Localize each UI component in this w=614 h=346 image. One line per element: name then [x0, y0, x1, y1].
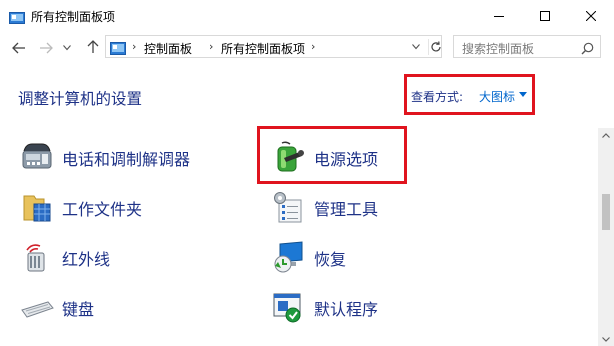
chevron-down-icon — [602, 336, 610, 342]
chevron-down-icon — [412, 44, 420, 50]
item-label[interactable]: 工作文件夹 — [62, 196, 142, 220]
infrared-icon — [20, 240, 54, 274]
breadcrumb-separator: › — [132, 40, 137, 53]
refresh-icon — [431, 41, 441, 52]
scroll-thumb[interactable] — [602, 194, 610, 230]
item-label[interactable]: 红外线 — [62, 246, 110, 270]
maximize-icon — [540, 11, 550, 21]
address-history-button[interactable] — [408, 39, 424, 55]
item-label[interactable]: 管理工具 — [314, 196, 378, 220]
address-bar[interactable]: › 控制面板 › 所有控制面板项 › — [105, 35, 442, 58]
view-by-dropdown[interactable]: 大图标 — [479, 88, 515, 105]
power-options-highlight — [257, 126, 407, 184]
breadcrumb-control-panel[interactable]: 控制面板 — [144, 40, 192, 57]
minimize-icon — [494, 16, 504, 17]
forward-button[interactable] — [37, 40, 55, 56]
breadcrumb-all-items[interactable]: 所有控制面板项 — [221, 40, 305, 57]
breadcrumb-separator: › — [209, 40, 214, 53]
up-button[interactable] — [84, 39, 102, 55]
vertical-scrollbar[interactable] — [598, 128, 614, 346]
phone-modem-icon — [20, 140, 54, 174]
window-title: 所有控制面板项 — [31, 10, 116, 24]
forward-arrow-icon — [40, 42, 53, 54]
chevron-up-icon — [602, 132, 610, 138]
item-label[interactable]: 默认程序 — [314, 296, 378, 320]
search-input[interactable]: 搜索控制面板 — [462, 40, 534, 57]
close-button[interactable] — [568, 0, 614, 32]
item-label[interactable]: 键盘 — [62, 296, 94, 320]
control-panel-icon — [110, 40, 126, 55]
recovery-icon — [272, 240, 306, 274]
dropdown-arrow-icon[interactable] — [519, 92, 527, 97]
view-by-label: 查看方式: — [411, 90, 464, 104]
maximize-button[interactable] — [522, 0, 568, 32]
keyboard-icon — [20, 290, 54, 324]
chevron-down-icon — [63, 45, 71, 51]
close-icon — [586, 11, 596, 21]
scroll-up-button[interactable] — [598, 128, 614, 142]
search-box[interactable]: 搜索控制面板 — [453, 35, 601, 58]
title-bar: 所有控制面板项 — [0, 0, 614, 32]
item-label[interactable]: 恢复 — [314, 246, 346, 270]
default-programs-icon — [272, 290, 306, 324]
recent-locations-button[interactable] — [61, 40, 73, 56]
back-button[interactable] — [10, 40, 28, 56]
item-label[interactable]: 电话和调制解调器 — [62, 146, 190, 170]
control-panel-icon — [9, 9, 25, 24]
admin-tools-icon — [272, 190, 306, 224]
page-heading: 调整计算机的设置 — [18, 90, 143, 108]
minimize-button[interactable] — [476, 0, 522, 32]
back-arrow-icon — [12, 42, 25, 54]
work-folders-icon — [20, 190, 54, 224]
search-icon — [581, 40, 594, 55]
scroll-down-button[interactable] — [598, 332, 614, 346]
refresh-button[interactable] — [428, 39, 443, 55]
breadcrumb-separator: › — [311, 40, 316, 53]
up-arrow-icon — [87, 40, 99, 53]
